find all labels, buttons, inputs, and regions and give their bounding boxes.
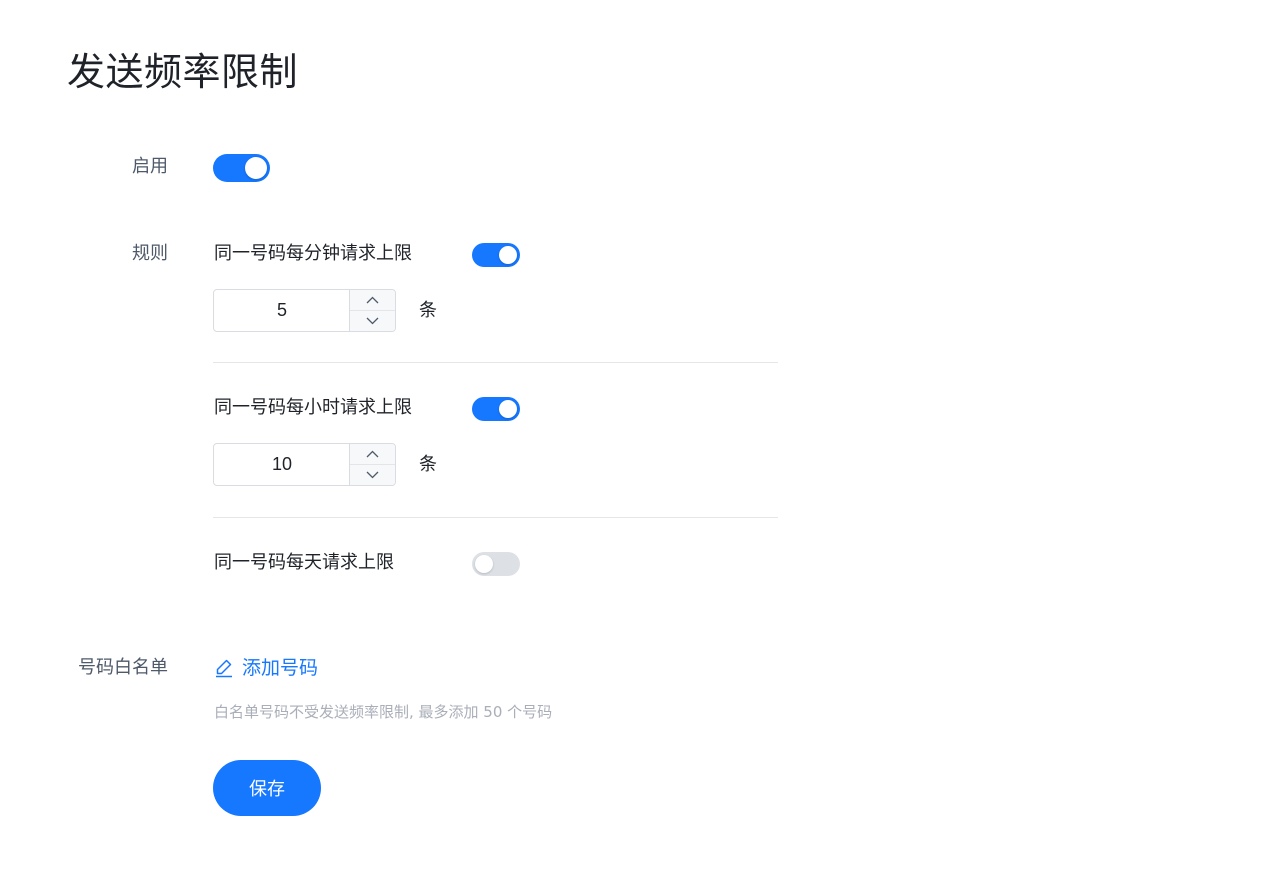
add-number-label: 添加号码 xyxy=(242,657,319,679)
rule-per-hour-stepper[interactable]: 10 xyxy=(213,443,396,486)
rule-per-day-switch[interactable] xyxy=(472,552,520,576)
enable-label: 启用 xyxy=(132,156,168,177)
stepper-value[interactable]: 10 xyxy=(214,444,350,485)
rule-per-minute-switch[interactable] xyxy=(472,243,520,267)
rule-per-day-label: 同一号码每天请求上限 xyxy=(214,552,394,573)
increment-button[interactable] xyxy=(350,444,395,465)
rule-per-hour-label: 同一号码每小时请求上限 xyxy=(214,397,412,418)
whitelist-label: 号码白名单 xyxy=(78,657,168,678)
chevron-up-icon xyxy=(366,450,379,458)
stepper-value[interactable]: 5 xyxy=(214,290,350,331)
save-button[interactable]: 保存 xyxy=(213,760,321,816)
divider xyxy=(213,362,778,363)
stepper-buttons xyxy=(349,290,395,331)
increment-button[interactable] xyxy=(350,290,395,311)
decrement-button[interactable] xyxy=(350,465,395,485)
whitelist-hint: 白名单号码不受发送频率限制, 最多添加 50 个号码 xyxy=(214,703,553,721)
page-title: 发送频率限制 xyxy=(67,50,299,94)
rule-per-minute-label: 同一号码每分钟请求上限 xyxy=(214,243,412,264)
chevron-down-icon xyxy=(366,471,379,479)
switch-knob xyxy=(499,246,517,264)
rule-per-minute-stepper[interactable]: 5 xyxy=(213,289,396,332)
chevron-down-icon xyxy=(366,317,379,325)
rule-per-minute-unit: 条 xyxy=(419,300,437,321)
switch-knob xyxy=(475,555,493,573)
chevron-up-icon xyxy=(366,296,379,304)
decrement-button[interactable] xyxy=(350,311,395,331)
switch-knob xyxy=(245,157,267,179)
stepper-buttons xyxy=(349,444,395,485)
rule-per-hour-switch[interactable] xyxy=(472,397,520,421)
rules-label: 规则 xyxy=(132,243,168,264)
rule-per-hour-unit: 条 xyxy=(419,454,437,475)
divider xyxy=(213,517,778,518)
edit-icon xyxy=(216,659,232,678)
enable-switch[interactable] xyxy=(213,154,270,182)
switch-knob xyxy=(499,400,517,418)
add-number-link[interactable]: 添加号码 xyxy=(214,655,318,681)
